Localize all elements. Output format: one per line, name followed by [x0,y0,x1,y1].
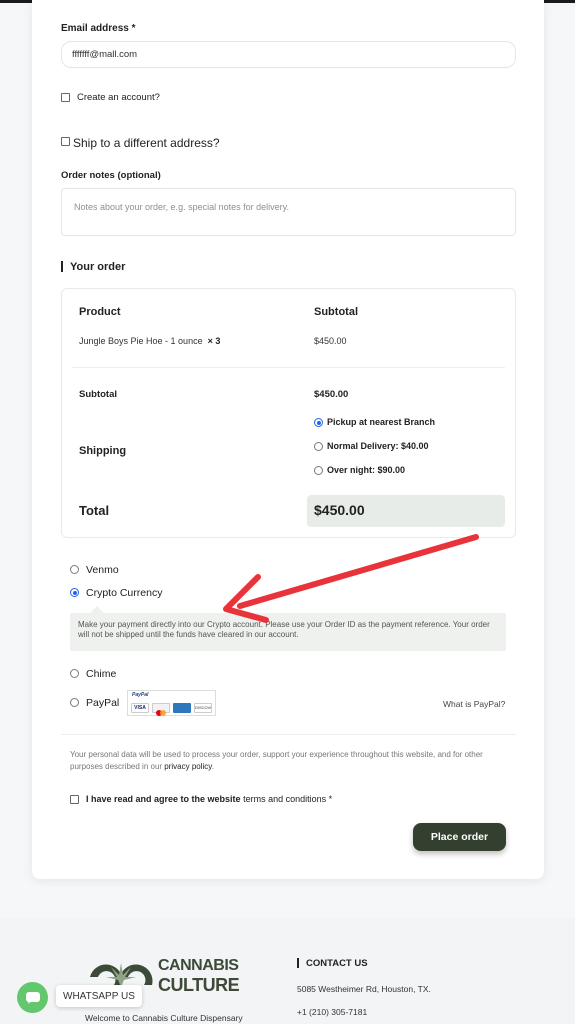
whatsapp-label[interactable]: WHATSAPP US [56,985,142,1007]
footer-welcome-text: Welcome to Cannabis Culture Dispensary [85,1013,243,1023]
footer-phone[interactable]: +1 (210) 305-7181 [297,1007,367,1017]
footer-address: 5085 Westheimer Rd, Houston, TX. [297,984,431,994]
whatsapp-button[interactable] [17,982,48,1013]
contact-bar [297,958,299,968]
contact-us-title: CONTACT US [306,958,368,969]
chat-bubble-icon [25,991,40,1004]
annotation-arrow-icon [223,534,479,623]
brand-line-2: CULTURE [158,975,240,995]
brand-line-1: CANNABIS [158,957,239,974]
